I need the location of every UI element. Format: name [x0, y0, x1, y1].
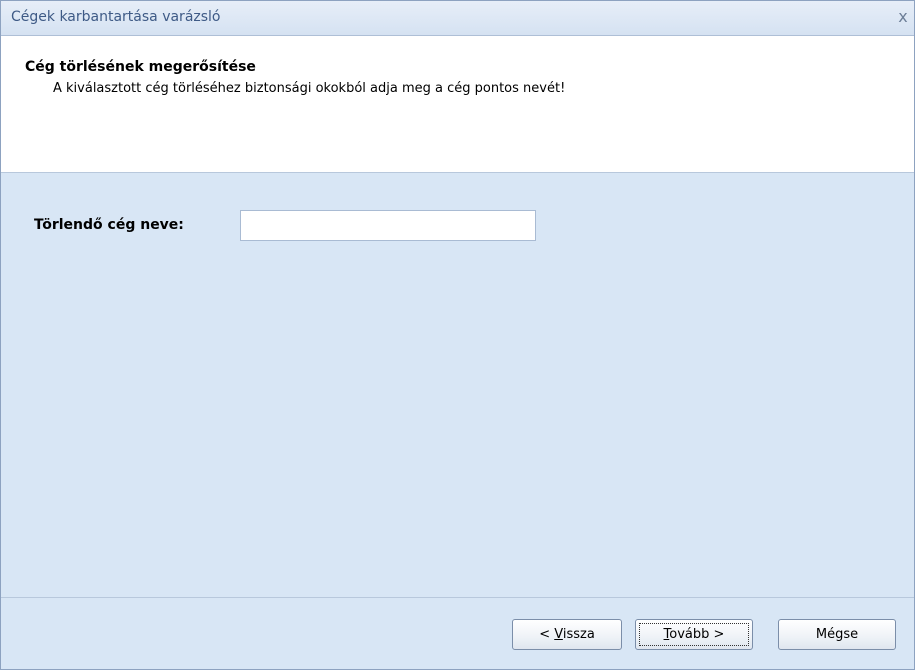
close-icon[interactable]: x — [894, 7, 912, 27]
page-description: A kiválasztott cég törléséhez biztonsági… — [53, 81, 566, 96]
company-name-input[interactable] — [240, 210, 536, 241]
back-button[interactable]: < Vissza — [512, 619, 622, 650]
company-name-label: Törlendő cég neve: — [34, 217, 184, 233]
window-title: Cégek karbantartása varázsló — [11, 9, 221, 25]
page-title: Cég törlésének megerősítése — [25, 59, 256, 75]
title-bar[interactable]: Cégek karbantartása varázsló x — [1, 1, 914, 36]
wizard-window: Cégek karbantartása varázsló x Cég törlé… — [0, 0, 915, 670]
back-button-label: issza — [562, 627, 595, 642]
back-button-accelerator: V — [554, 627, 563, 642]
cancel-button[interactable]: Mégse — [778, 619, 896, 650]
next-button[interactable]: Tovább > — [635, 619, 753, 650]
header-panel — [1, 36, 914, 173]
next-button-label: ovább > — [669, 627, 725, 642]
back-button-prefix: < — [539, 627, 555, 642]
